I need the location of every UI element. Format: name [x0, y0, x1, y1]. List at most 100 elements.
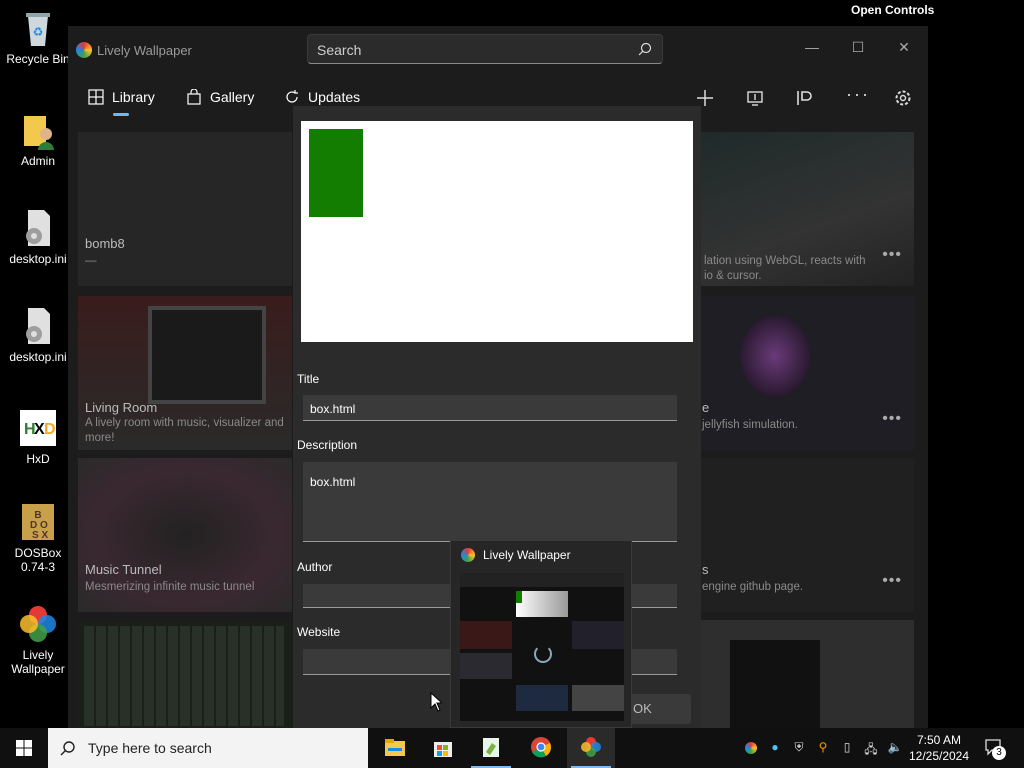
clock-date: 12/25/2024	[908, 749, 970, 763]
settings-file-icon	[26, 210, 50, 246]
tray-volume-icon[interactable]: 🔈	[887, 740, 903, 756]
search-icon	[638, 42, 652, 56]
card-thumbnail	[148, 306, 266, 404]
card-more-icon[interactable]: •••	[882, 572, 902, 590]
preview-green-box	[309, 129, 363, 217]
settings-file-icon	[26, 308, 50, 344]
desktop-icon-dosbox[interactable]: BD OS X DOSBox 0.74-3	[0, 502, 76, 574]
title-field[interactable]: box.html	[303, 395, 677, 421]
app-logo-icon	[76, 42, 92, 58]
tray-network-icon[interactable]: 🖧	[863, 740, 879, 756]
card-more-icon[interactable]: •••	[882, 246, 902, 264]
store-icon	[434, 742, 452, 757]
tab-gallery[interactable]: Gallery	[186, 89, 254, 105]
desktop-icon-hxd[interactable]: HXD HxD	[0, 408, 76, 466]
desktop-icon-desktop-ini-2[interactable]: desktop.ini	[0, 306, 76, 364]
ok-button-label: OK	[633, 701, 652, 716]
close-button[interactable]: ✕	[884, 32, 924, 62]
card-title: e	[702, 400, 710, 415]
card-thumbnail	[730, 640, 820, 728]
card-more-icon[interactable]: •••	[882, 410, 902, 428]
windows-logo-icon	[16, 740, 32, 756]
card-title: Living Room	[85, 400, 158, 415]
tab-gallery-label: Gallery	[210, 89, 255, 105]
taskbar: Type here to search ● ⛨ ⚲ ▯ 🖧 🔈 7:50 AM …	[0, 728, 1024, 768]
wallpaper-card-living-room[interactable]: Living Room A lively room with music, vi…	[78, 296, 292, 450]
taskbar-file-explorer[interactable]	[371, 728, 419, 768]
card-thumbnail	[740, 316, 810, 396]
tab-library[interactable]: Library	[88, 89, 155, 105]
open-controls-label[interactable]: Open Controls	[851, 3, 934, 17]
clock-time: 7:50 AM	[916, 733, 962, 747]
desktop-icon-label: Recycle Bin	[6, 52, 70, 66]
wallpaper-card-periodic[interactable]	[78, 620, 292, 728]
taskbar-search-box[interactable]: Type here to search	[48, 728, 368, 768]
add-icon[interactable]	[695, 88, 715, 108]
desktop-icon-desktop-ini-1[interactable]: desktop.ini	[0, 208, 76, 266]
desktop-icon-label: Lively Wallpaper	[11, 648, 65, 676]
taskbar-lively-wallpaper[interactable]	[567, 728, 615, 768]
tray-security-icon[interactable]: ⛨	[791, 740, 807, 756]
card-thumbnail	[84, 626, 284, 726]
wallpaper-card-bomb8[interactable]: bomb8 —	[78, 132, 292, 286]
search-input[interactable]: Search	[307, 34, 663, 64]
description-field[interactable]: box.html	[303, 462, 677, 542]
card-description: engine github page.	[702, 581, 804, 593]
search-placeholder: Search	[317, 42, 362, 58]
website-label: Website	[297, 625, 341, 639]
card-title: s	[702, 562, 709, 577]
hxd-icon: HX D	[20, 410, 56, 446]
wallpaper-card-pc[interactable]	[700, 620, 914, 728]
tray-lively-icon[interactable]	[743, 740, 759, 756]
card-description: A lively room with music, visualizer and…	[85, 417, 284, 444]
wallpaper-card-jellyfish[interactable]: e jellyfish simulation. •••	[700, 296, 914, 450]
more-options-icon[interactable]: ···	[846, 84, 868, 104]
refresh-icon	[286, 90, 298, 103]
wallpaper-preview	[301, 121, 693, 342]
card-description: —	[85, 255, 97, 267]
card-title: Music Tunnel	[85, 562, 162, 577]
shopping-bag-icon	[187, 89, 201, 105]
maximize-button[interactable]: ☐	[838, 32, 878, 62]
taskbar-notepadpp[interactable]	[467, 728, 515, 768]
card-title: bomb8	[85, 236, 125, 251]
tray-search-tool-icon[interactable]: ⚲	[815, 740, 831, 756]
tray-usb-icon[interactable]: ▯	[839, 740, 855, 756]
taskbar-search-placeholder: Type here to search	[88, 740, 212, 756]
taskbar-microsoft-store[interactable]	[419, 728, 467, 768]
author-label: Author	[297, 560, 333, 574]
window-title: Lively Wallpaper	[97, 43, 192, 58]
lively-wallpaper-icon	[581, 737, 601, 757]
desktop-icon-label: Admin	[20, 154, 55, 168]
taskbar-clock[interactable]: 7:50 AM 12/25/2024	[908, 732, 970, 764]
notification-count-badge: 3	[992, 746, 1006, 760]
minimize-button[interactable]: —	[792, 32, 832, 62]
settings-gear-icon[interactable]	[893, 88, 913, 108]
recycle-bin-icon: ♻	[26, 13, 50, 46]
grid-icon	[88, 89, 104, 105]
desktop-icon-recycle-bin[interactable]: ♻ Recycle Bin	[0, 8, 76, 66]
desktop-icon-admin[interactable]: Admin	[0, 110, 76, 168]
screen-layout-icon[interactable]	[745, 88, 765, 108]
desktop-icon-label: HxD	[26, 452, 50, 466]
chrome-icon	[531, 737, 551, 758]
mouse-cursor-icon	[430, 692, 442, 712]
taskbar-window-preview[interactable]: Lively Wallpaper	[450, 540, 632, 728]
wallpaper-card-music-tunnel[interactable]: Music Tunnel Mesmerizing infinite music …	[78, 458, 292, 612]
desktop-icon-label: desktop.ini	[9, 252, 67, 266]
lively-logo-icon	[461, 548, 475, 562]
wallpaper-card-webgl[interactable]: lation using WebGL, reacts with io & cur…	[700, 132, 914, 286]
desktop-icon-lively-wallpaper[interactable]: Lively Wallpaper	[0, 604, 76, 676]
card-description: Mesmerizing infinite music tunnel	[85, 581, 255, 593]
start-button[interactable]	[0, 728, 48, 768]
lively-wallpaper-icon	[20, 606, 56, 642]
control-panel-icon[interactable]	[794, 88, 814, 108]
tab-updates[interactable]: Updates	[284, 89, 360, 105]
desktop-icon-label: desktop.ini	[9, 350, 67, 364]
wallpaper-card-github[interactable]: s engine github page. •••	[700, 458, 914, 612]
file-explorer-icon	[385, 739, 405, 756]
description-label: Description	[297, 438, 358, 452]
title-bar[interactable]: Lively Wallpaper Search — ☐ ✕	[68, 26, 928, 74]
tray-edge-icon[interactable]: ●	[767, 740, 783, 756]
taskbar-chrome[interactable]	[517, 728, 565, 768]
